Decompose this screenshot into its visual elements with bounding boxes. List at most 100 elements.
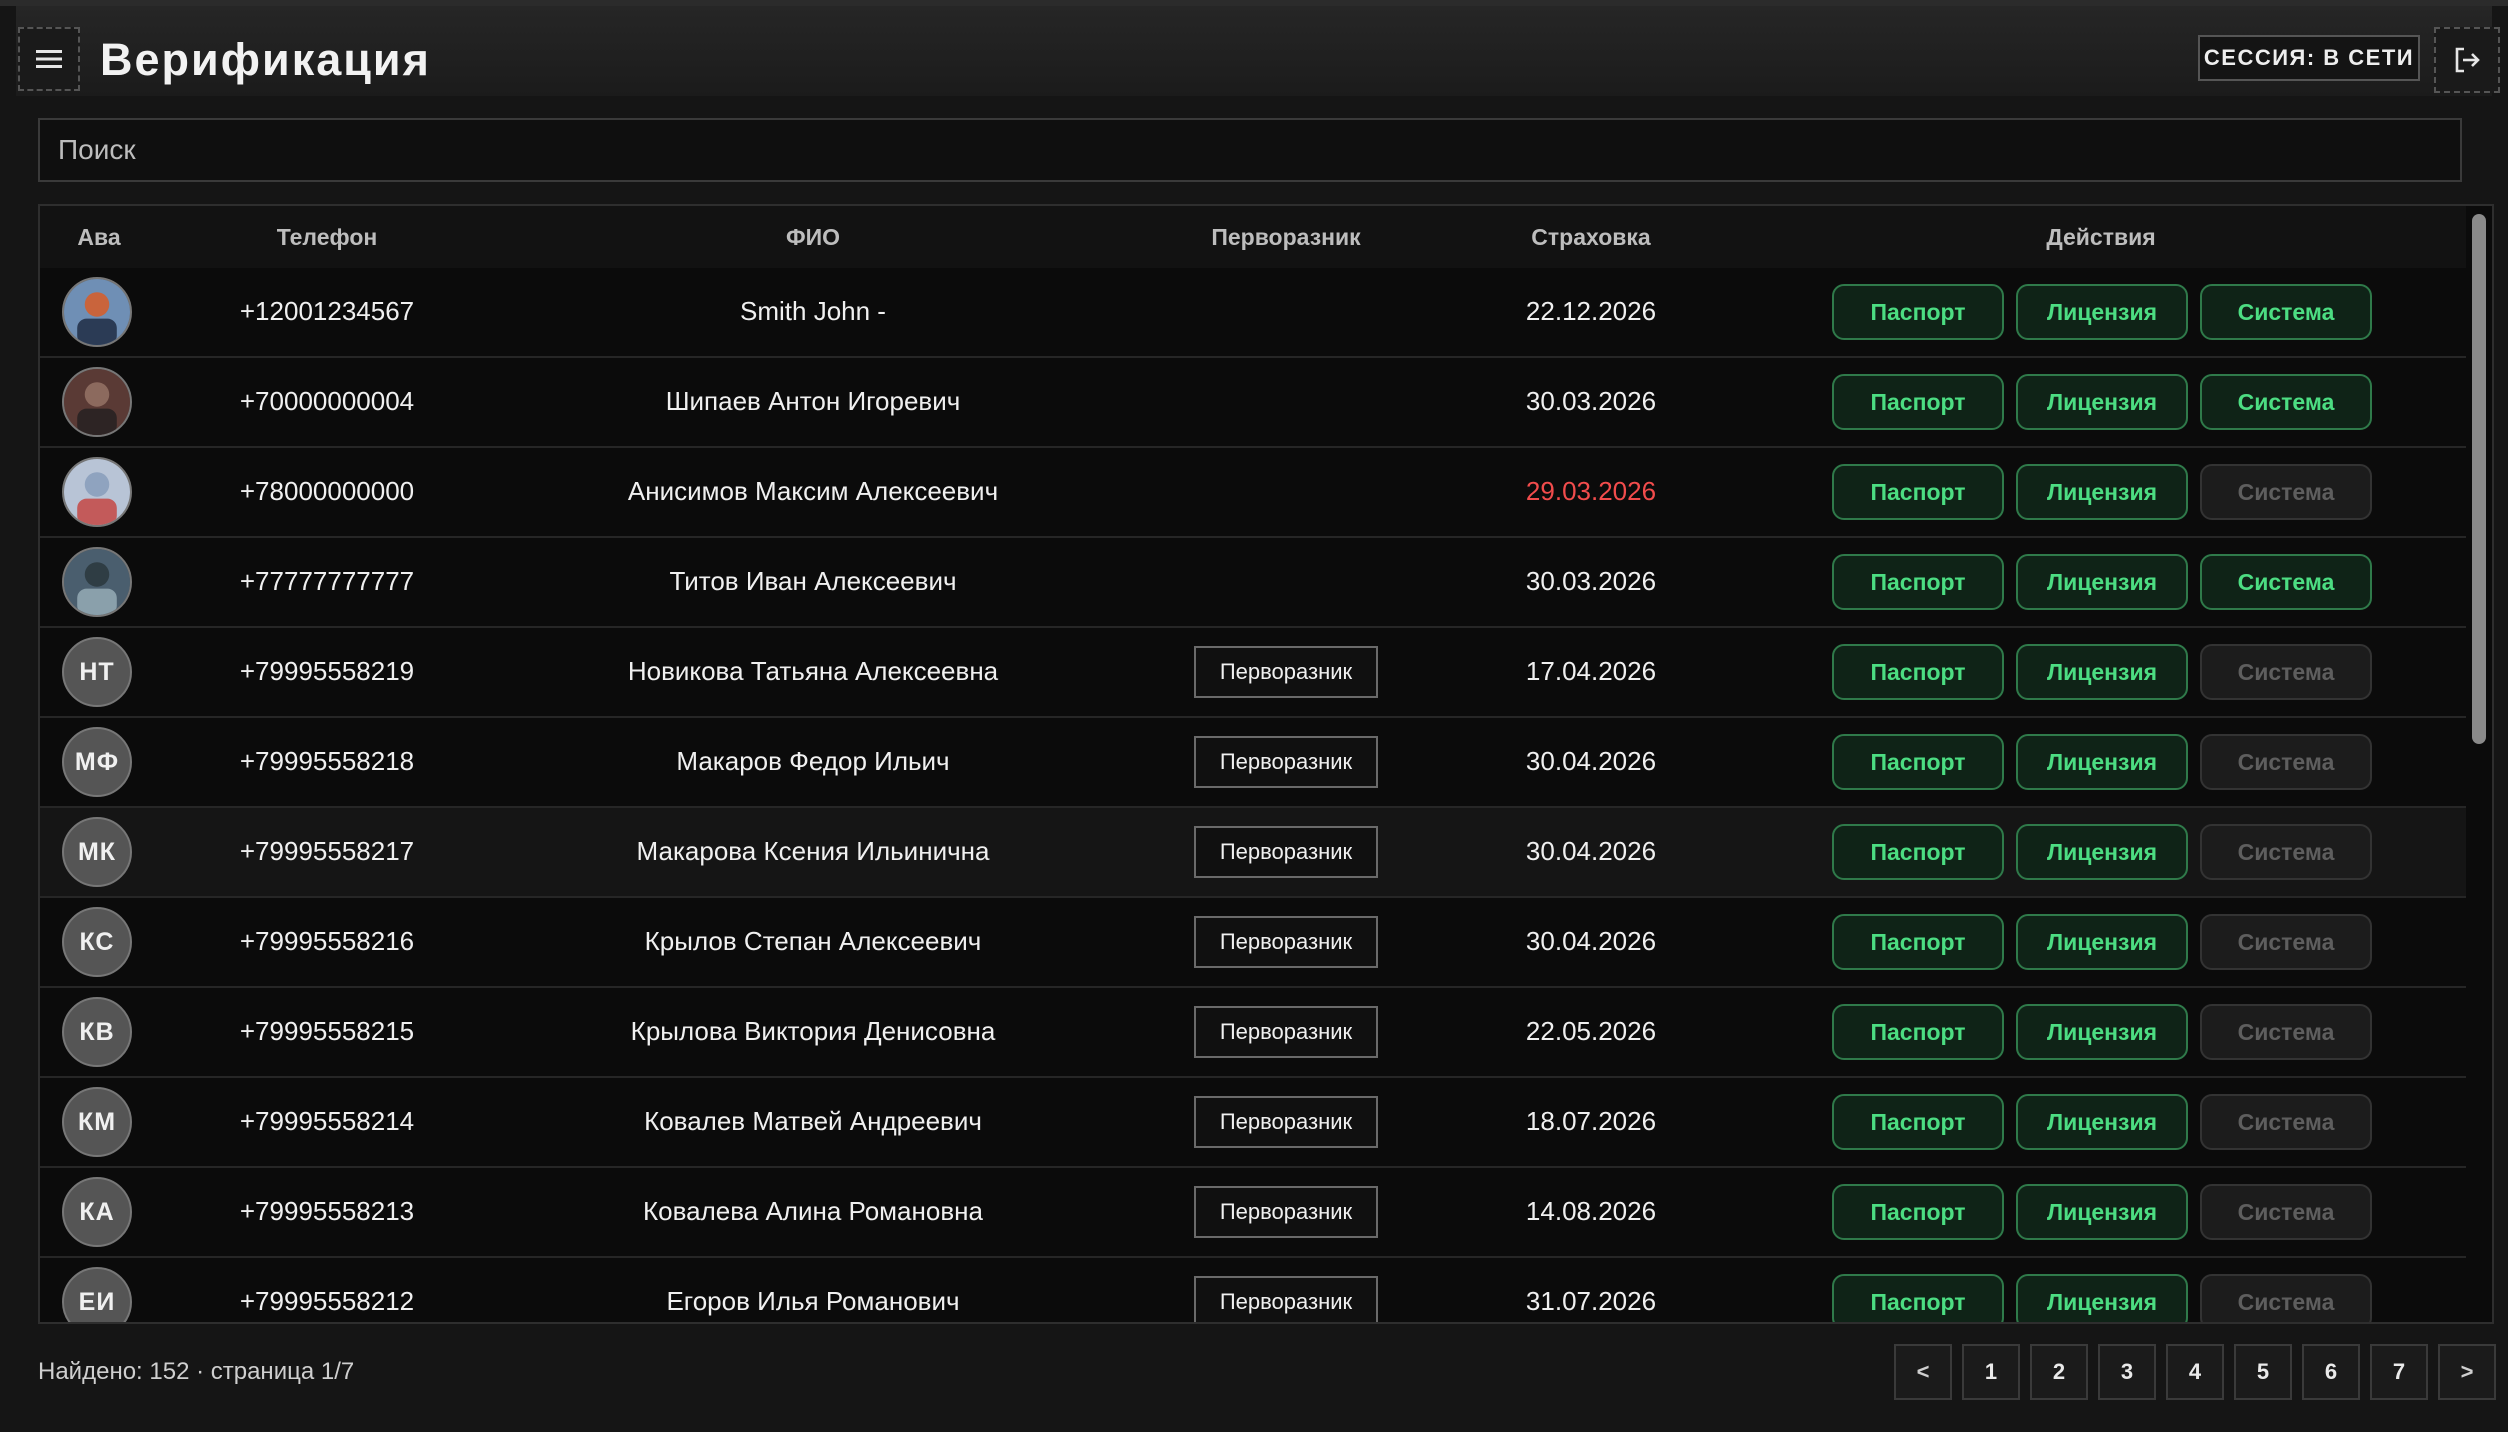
page-button[interactable]: 7	[2370, 1344, 2428, 1400]
license-button[interactable]: Лицензия	[2016, 374, 2188, 430]
passport-button[interactable]: Паспорт	[1832, 914, 2004, 970]
table-row[interactable]: КМ +79995558214 Ковалев Матвей Андреевич Пе…	[40, 1078, 2466, 1168]
column-header-phone: Телефон	[276, 224, 378, 250]
first-timer-badge: Перворазник	[1194, 826, 1378, 878]
table-row[interactable]: КС +79995558216 Крылов Степан Алексеевич Пе…	[40, 898, 2466, 988]
avatar[interactable]: КМ	[62, 1087, 132, 1157]
passport-button[interactable]: Паспорт	[1832, 1004, 2004, 1060]
menu-icon	[36, 50, 62, 68]
system-button[interactable]: Система	[2200, 824, 2372, 880]
license-button[interactable]: Лицензия	[2016, 554, 2188, 610]
system-button[interactable]: Система	[2200, 914, 2372, 970]
passport-button[interactable]: Паспорт	[1832, 1094, 2004, 1150]
avatar[interactable]: КС	[62, 907, 132, 977]
insurance-date-cell: 29.03.2026	[1525, 476, 1657, 506]
avatar-photo	[64, 549, 130, 615]
system-button[interactable]: Система	[2200, 464, 2372, 520]
table-row[interactable]: +70000000004 Шипаев Антон Игоревич 30.03.2…	[40, 358, 2466, 448]
avatar[interactable]: МФ	[62, 727, 132, 797]
page-button[interactable]: 2	[2030, 1344, 2088, 1400]
table-row[interactable]: КА +79995558213 Ковалева Алина Романовна Пе…	[40, 1168, 2466, 1258]
name-cell: Ковалева Алина Романовна	[643, 1196, 983, 1226]
passport-button[interactable]: Паспорт	[1832, 1274, 2004, 1322]
page-button[interactable]: 3	[2098, 1344, 2156, 1400]
scrollbar-thumb[interactable]	[2472, 214, 2486, 744]
table-row[interactable]: МФ +79995558218 Макаров Федор Ильич Первора…	[40, 718, 2466, 808]
passport-button[interactable]: Паспорт	[1832, 284, 2004, 340]
license-button[interactable]: Лицензия	[2016, 1274, 2188, 1322]
session-status-badge: СЕССИЯ: В СЕТИ	[2198, 35, 2420, 81]
avatar[interactable]: МК	[62, 817, 132, 887]
page-button[interactable]: 6	[2302, 1344, 2360, 1400]
license-button[interactable]: Лицензия	[2016, 914, 2188, 970]
license-button[interactable]: Лицензия	[2016, 284, 2188, 340]
page-button[interactable]: 1	[1962, 1344, 2020, 1400]
avatar[interactable]: КВ	[62, 997, 132, 1067]
avatar[interactable]	[62, 457, 132, 527]
insurance-date-cell: 30.04.2026	[1525, 746, 1657, 776]
avatar[interactable]	[62, 277, 132, 347]
prev-page-button[interactable]: <	[1894, 1344, 1952, 1400]
table-row[interactable]: МК +79995558217 Макарова Ксения Ильинична П…	[40, 808, 2466, 898]
passport-button[interactable]: Паспорт	[1832, 1184, 2004, 1240]
first-timer-badge: Перворазник	[1194, 1006, 1378, 1058]
passport-button[interactable]: Паспорт	[1832, 644, 2004, 700]
system-button[interactable]: Система	[2200, 1184, 2372, 1240]
table-row[interactable]: НТ +79995558219 Новикова Татьяна Алексеевн…	[40, 628, 2466, 718]
name-cell: Анисимов Максим Алексеевич	[627, 476, 999, 506]
license-button[interactable]: Лицензия	[2016, 734, 2188, 790]
system-button[interactable]: Система	[2200, 374, 2372, 430]
system-button[interactable]: Система	[2200, 554, 2372, 610]
name-cell: Smith John -	[740, 296, 886, 326]
insurance-date-cell: 22.12.2026	[1525, 296, 1657, 326]
system-button[interactable]: Система	[2200, 1004, 2372, 1060]
avatar[interactable]: КА	[62, 1177, 132, 1247]
phone-cell: +79995558213	[239, 1196, 415, 1226]
system-button[interactable]: Система	[2200, 644, 2372, 700]
avatar[interactable]	[62, 367, 132, 437]
passport-button[interactable]: Паспорт	[1832, 734, 2004, 790]
passport-button[interactable]: Паспорт	[1832, 554, 2004, 610]
avatar[interactable]: ЕИ	[62, 1267, 132, 1322]
system-button[interactable]: Система	[2200, 734, 2372, 790]
table-row[interactable]: +77777777777 Титов Иван Алексеевич 30.03.2…	[40, 538, 2466, 628]
avatar[interactable]	[62, 547, 132, 617]
name-cell: Шипаев Антон Игоревич	[665, 386, 961, 416]
column-header-actions: Действия	[2046, 224, 2156, 250]
search-input[interactable]	[38, 118, 2462, 182]
license-button[interactable]: Лицензия	[2016, 644, 2188, 700]
phone-cell: +79995558215	[239, 1016, 415, 1046]
page-button[interactable]: 5	[2234, 1344, 2292, 1400]
name-cell: Макаров Федор Ильич	[676, 746, 950, 776]
license-button[interactable]: Лицензия	[2016, 824, 2188, 880]
license-button[interactable]: Лицензия	[2016, 464, 2188, 520]
passport-button[interactable]: Паспорт	[1832, 824, 2004, 880]
system-button[interactable]: Система	[2200, 1094, 2372, 1150]
system-button[interactable]: Система	[2200, 1274, 2372, 1322]
first-timer-badge: Перворазник	[1194, 1096, 1378, 1148]
insurance-date-cell: 31.07.2026	[1525, 1286, 1657, 1316]
page-title: Верификация	[100, 34, 431, 85]
table-row[interactable]: ЕИ +79995558212 Егоров Илья Романович Перво…	[40, 1258, 2466, 1322]
license-button[interactable]: Лицензия	[2016, 1184, 2188, 1240]
table-row[interactable]: КВ +79995558215 Крылова Виктория Денисовна…	[40, 988, 2466, 1078]
avatar[interactable]: НТ	[62, 637, 132, 707]
license-button[interactable]: Лицензия	[2016, 1004, 2188, 1060]
menu-button[interactable]	[18, 27, 80, 91]
first-timer-badge: Перворазник	[1194, 916, 1378, 968]
passport-button[interactable]: Паспорт	[1832, 374, 2004, 430]
system-button[interactable]: Система	[2200, 284, 2372, 340]
phone-cell: +70000000004	[239, 386, 415, 416]
results-summary: Найдено: 152 · страница 1/7	[38, 1358, 355, 1385]
license-button[interactable]: Лицензия	[2016, 1094, 2188, 1150]
table-row[interactable]: +12001234567 Smith John - 22.12.2026 Паспор…	[40, 268, 2466, 358]
insurance-date-cell: 14.08.2026	[1525, 1196, 1657, 1226]
logout-button[interactable]	[2434, 27, 2500, 93]
next-page-button[interactable]: >	[2438, 1344, 2496, 1400]
passport-button[interactable]: Паспорт	[1832, 464, 2004, 520]
name-cell: Макарова Ксения Ильинична	[636, 836, 990, 866]
page-button[interactable]: 4	[2166, 1344, 2224, 1400]
table-scrollbar[interactable]	[2466, 206, 2492, 1322]
name-cell: Ковалев Матвей Андреевич	[644, 1106, 982, 1136]
table-row[interactable]: +78000000000 Анисимов Максим Алексеевич 29…	[40, 448, 2466, 538]
